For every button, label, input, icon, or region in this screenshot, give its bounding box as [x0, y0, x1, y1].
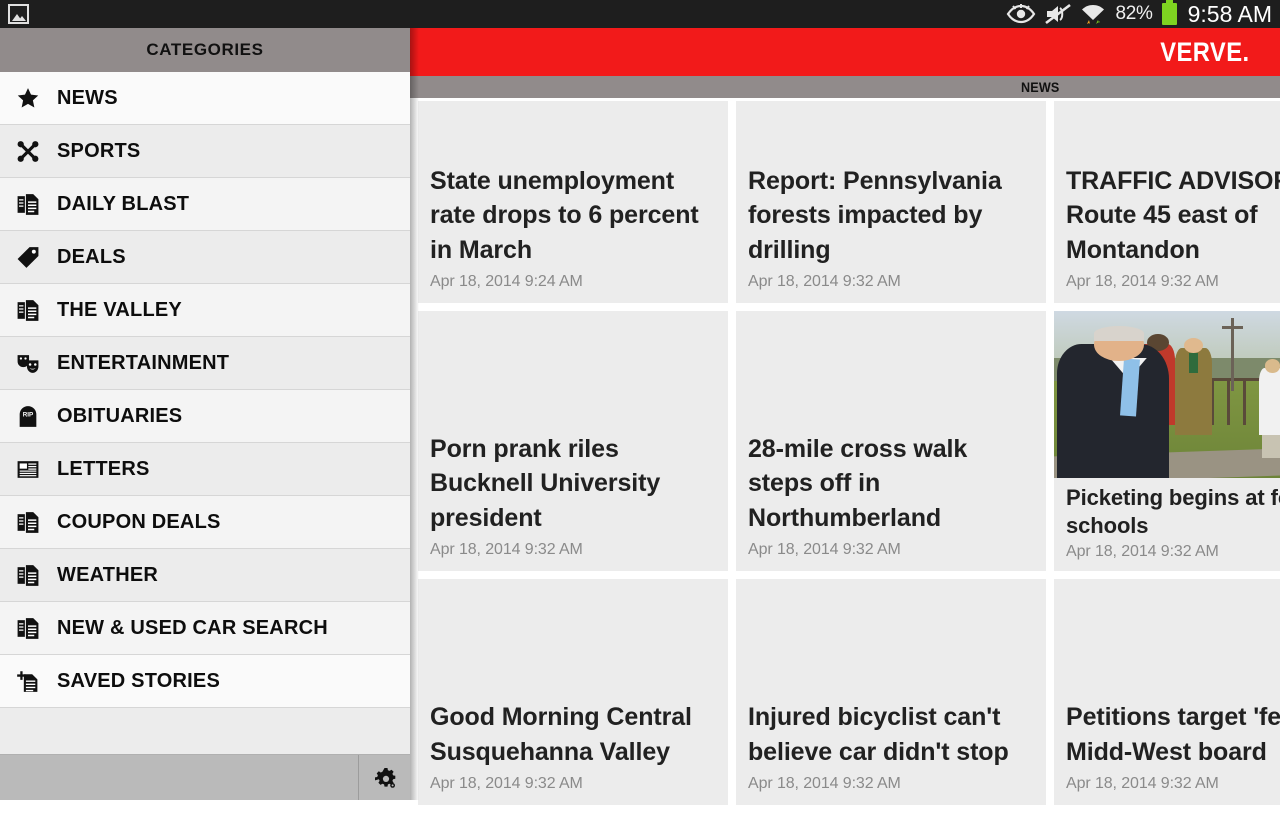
article-card[interactable]: Petitions target 'few' on Midd-West boar…	[1054, 579, 1280, 805]
article-card[interactable]: State unemployment rate drops to 6 perce…	[418, 101, 728, 303]
sidebar-item-label: SAVED STORIES	[57, 669, 221, 692]
svg-text:RIP: RIP	[23, 411, 33, 418]
sidebar-item-label: OBITUARIES	[57, 404, 183, 427]
article-title: TRAFFIC ADVISORY: Route 45 east of Monta…	[1066, 166, 1280, 264]
theater-masks-icon	[13, 350, 43, 376]
document-add-icon	[13, 668, 43, 694]
article-date: Apr 18, 2014 9:32 AM	[1066, 273, 1219, 290]
sidebar-item-new-used-car-search[interactable]: NEW & USED CAR SEARCH	[0, 602, 410, 655]
article-date: Apr 18, 2014 9:32 AM	[1066, 543, 1219, 560]
sidebar-item-label: NEWS	[57, 86, 118, 109]
sidebar-item-daily-blast[interactable]: DAILY BLAST	[0, 178, 410, 231]
sidebar-item-label: WEATHER	[57, 563, 159, 586]
sidebar-item-entertainment[interactable]: ENTERTAINMENT	[0, 337, 410, 390]
brand-label: VERVE.	[1160, 36, 1250, 67]
clock-label: 9:58 AM	[1187, 0, 1272, 27]
documents-icon	[13, 297, 43, 323]
sidebar-item-sports[interactable]: SPORTS	[0, 125, 410, 178]
settings-button[interactable]	[358, 755, 410, 800]
sidebar-item-label: DEALS	[57, 245, 126, 268]
sidebar-item-label: COUPON DEALS	[57, 510, 221, 533]
article-date: Apr 18, 2014 9:32 AM	[430, 775, 583, 792]
sidebar-item-label: THE VALLEY	[57, 298, 182, 321]
tag-icon	[13, 244, 43, 270]
photo-gallery-icon	[8, 4, 29, 24]
sidebar-item-letters[interactable]: LETTERS	[0, 443, 410, 496]
article-card[interactable]: Injured bicyclist can't believe car didn…	[736, 579, 1046, 805]
drawer-footer-spacer	[0, 755, 358, 800]
status-bar-indicators: 82% 9:58 AM	[1006, 0, 1280, 28]
sidebar-item-label: LETTERS	[57, 457, 150, 480]
article-card[interactable]: Report: Pennsylvania forests impacted by…	[736, 101, 1046, 303]
sidebar-item-the-valley[interactable]: THE VALLEY	[0, 284, 410, 337]
sidebar-item-weather[interactable]: WEATHER	[0, 549, 410, 602]
sidebar-item-label: DAILY BLAST	[57, 192, 190, 215]
sidebar-item-saved-stories[interactable]: SAVED STORIES	[0, 655, 410, 708]
article-card[interactable]: 28-mile cross walk steps off in Northumb…	[736, 311, 1046, 571]
documents-icon	[13, 509, 43, 535]
article-column-2: Report: Pennsylvania forests impacted by…	[736, 101, 1046, 813]
article-title: Porn prank riles Bucknell University pre…	[430, 434, 661, 532]
star-icon	[13, 85, 43, 111]
sidebar-item-label: SPORTS	[57, 139, 141, 162]
article-card[interactable]: Porn prank riles Bucknell University pre…	[418, 311, 728, 571]
article-card-with-photo[interactable]: Picketing begins at four schools Apr 18,…	[1054, 311, 1280, 571]
battery-percent-label: 82%	[1115, 3, 1153, 24]
article-column-3: TRAFFIC ADVISORY: Route 45 east of Monta…	[1054, 101, 1280, 813]
article-title: Picketing begins at four schools	[1066, 485, 1280, 538]
article-title: 28-mile cross walk steps off in Northumb…	[748, 434, 968, 532]
wifi-signal-icon	[1082, 5, 1105, 24]
documents-icon	[13, 562, 43, 588]
article-date: Apr 18, 2014 9:32 AM	[430, 541, 583, 558]
volume-muted-icon	[1045, 3, 1072, 25]
status-bar-notifications	[0, 4, 29, 24]
article-photo-caption: Picketing begins at four schools Apr 18,…	[1054, 478, 1280, 571]
article-card[interactable]: TRAFFIC ADVISORY: Route 45 east of Monta…	[1054, 101, 1280, 303]
sidebar-item-deals[interactable]: DEALS	[0, 231, 410, 284]
article-date: Apr 18, 2014 9:32 AM	[1066, 775, 1219, 792]
battery-full-icon	[1161, 0, 1177, 25]
sidebar-item-obituaries[interactable]: RIP OBITUARIES	[0, 390, 410, 443]
brand-logo: VERVE.	[1148, 28, 1280, 76]
sidebar-item-coupon-deals[interactable]: COUPON DEALS	[0, 496, 410, 549]
article-title: Petitions target 'few' on Midd-West boar…	[1066, 703, 1280, 766]
sidebar-item-label: ENTERTAINMENT	[57, 351, 230, 374]
article-title: Good Morning Central Susquehanna Valley	[430, 703, 692, 766]
article-card[interactable]: Good Morning Central Susquehanna Valley …	[418, 579, 728, 805]
sidebar-item-news[interactable]: NEWS	[0, 72, 410, 125]
sidebar-item-label: NEW & USED CAR SEARCH	[57, 616, 328, 639]
drawer-title: CATEGORIES	[146, 40, 264, 59]
drawer-footer	[0, 754, 410, 800]
tab-news[interactable]: NEWS	[1021, 76, 1064, 98]
article-date: Apr 18, 2014 9:32 AM	[748, 273, 901, 290]
drawer-empty-space	[0, 708, 410, 754]
tombstone-icon: RIP	[13, 403, 43, 429]
tab-news-label: NEWS	[1021, 79, 1060, 95]
crossed-bats-icon	[13, 138, 43, 164]
documents-icon	[13, 191, 43, 217]
article-column-1: State unemployment rate drops to 6 perce…	[418, 101, 728, 813]
category-list: NEWS SPORTS DAILY BLAST DEALS THE VALLEY…	[0, 72, 410, 754]
article-title: Report: Pennsylvania forests impacted by…	[748, 166, 1002, 264]
article-title: State unemployment rate drops to 6 perce…	[430, 166, 699, 264]
article-date: Apr 18, 2014 9:32 AM	[748, 775, 901, 792]
article-date: Apr 18, 2014 9:32 AM	[748, 541, 901, 558]
newspaper-icon	[13, 456, 43, 482]
article-title: Injured bicyclist can't believe car didn…	[748, 703, 1009, 766]
documents-icon	[13, 615, 43, 641]
eye-notification-icon	[1007, 4, 1036, 24]
article-photo	[1054, 311, 1280, 478]
article-date: Apr 18, 2014 9:24 AM	[430, 273, 583, 290]
drawer-header: CATEGORIES	[0, 28, 410, 72]
system-status-bar: 82% 9:58 AM	[0, 0, 1280, 28]
gear-icon	[374, 767, 395, 788]
categories-drawer: CATEGORIES NEWS SPORTS DAILY BLAST DEALS…	[0, 28, 410, 800]
